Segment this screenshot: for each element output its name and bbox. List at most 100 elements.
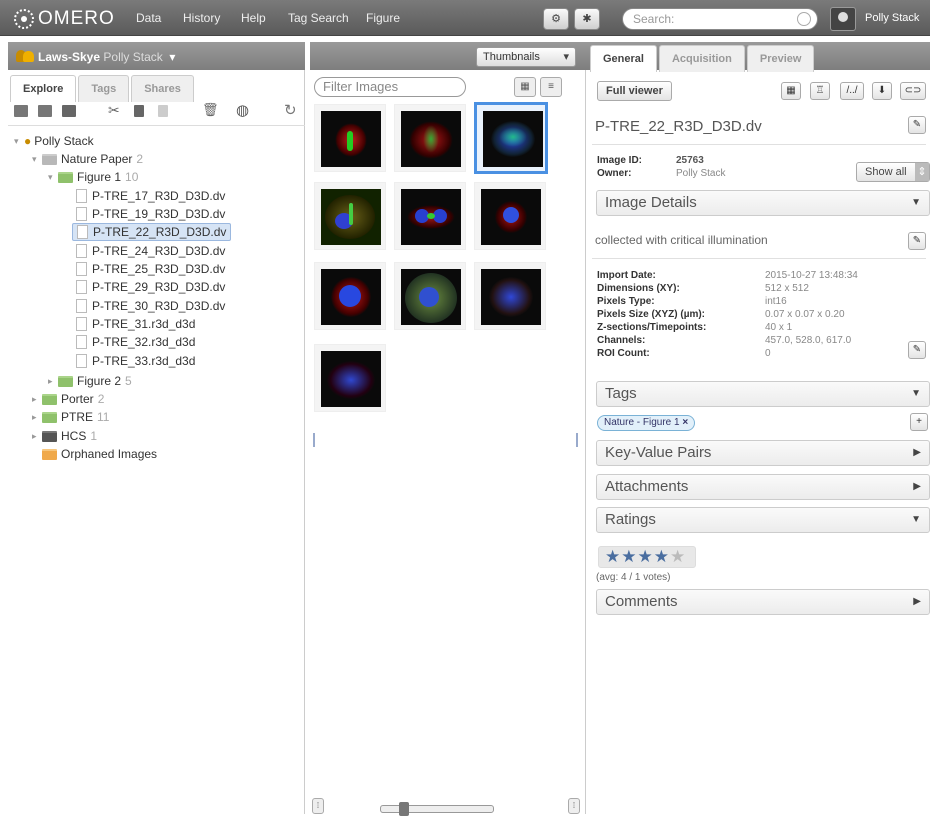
orphaned-label: Orphaned Images	[61, 447, 158, 461]
image-thumbnail[interactable]	[314, 182, 386, 250]
project-count: 2	[136, 152, 144, 166]
comments-section[interactable]: Comments ▶	[596, 589, 930, 615]
tree-project-nature-paper[interactable]: ▾ Nature Paper 2	[32, 150, 143, 168]
tree-image-selected[interactable]: P-TRE_22_R3D_D3D.dv	[72, 223, 232, 241]
globe-icon[interactable]: ◍	[236, 101, 249, 119]
copy-icon[interactable]	[134, 105, 144, 117]
star-icon[interactable]: ★	[605, 547, 621, 566]
tree-root[interactable]: ▾ ● Polly Stack	[14, 132, 94, 150]
hierarchy-icon[interactable]: ♖	[810, 82, 830, 100]
tree-image[interactable]: P-TRE_29_R3D_D3D.dv	[76, 278, 225, 296]
image-thumbnail[interactable]	[314, 262, 386, 330]
filter-images-input[interactable]: Filter Images	[314, 77, 466, 97]
view-mode-select[interactable]: Thumbnails	[476, 47, 576, 67]
image-thumbnail[interactable]	[394, 104, 466, 172]
expand-arrow-icon[interactable]: ▸	[32, 394, 42, 405]
key-value-pairs-section[interactable]: Key-Value Pairs ▶	[596, 440, 930, 466]
edit-channels-icon[interactable]: ✎	[908, 341, 926, 359]
tree-image[interactable]: P-TRE_30_R3D_D3D.dv	[76, 297, 225, 315]
expand-arrow-icon[interactable]: ▸	[32, 431, 42, 442]
nav-history[interactable]: History	[183, 11, 220, 25]
tree-image[interactable]: P-TRE_25_R3D_D3D.dv	[76, 260, 225, 278]
tab-general[interactable]: General	[590, 45, 657, 72]
collapse-arrow-icon[interactable]: ▾	[32, 154, 42, 165]
attachments-section[interactable]: Attachments ▶	[596, 474, 930, 500]
ratings-section[interactable]: Ratings ▼	[596, 507, 930, 533]
scripts-icon[interactable]: ⚙	[543, 8, 569, 30]
new-dataset-icon[interactable]	[38, 105, 52, 117]
tag-pill[interactable]: Nature - Figure 1 ×	[597, 415, 696, 431]
thumbnail-size-slider[interactable]	[380, 802, 494, 816]
left-resize-handle[interactable]	[313, 433, 315, 447]
tree-screen-hcs[interactable]: ▸ HCS 1	[32, 427, 97, 445]
tree-image[interactable]: P-TRE_33.r3d_d3d	[76, 352, 195, 370]
star-icon[interactable]: ★	[638, 547, 654, 566]
omero-logo[interactable]: OMERO	[14, 8, 115, 30]
group-selector[interactable]: Laws-Skye Polly Stack ▾	[38, 50, 175, 64]
right-resize-handle[interactable]	[576, 433, 578, 447]
tree-image[interactable]: P-TRE_24_R3D_D3D.dv	[76, 242, 225, 260]
paste-icon[interactable]	[158, 105, 168, 117]
chevron-right-icon: ▶	[913, 481, 921, 492]
image-thumbnail[interactable]	[474, 262, 546, 330]
image-thumbnail[interactable]	[394, 182, 466, 250]
tree-project-ptre[interactable]: ▸ PTRE 11	[32, 408, 109, 426]
image-thumbnail[interactable]	[474, 182, 546, 250]
full-viewer-button[interactable]: Full viewer	[597, 81, 672, 101]
search-input[interactable]: Search:	[622, 8, 818, 30]
star-rating[interactable]: ★★★★★	[598, 546, 696, 568]
remove-tag-icon[interactable]: ×	[682, 417, 688, 428]
new-project-icon[interactable]	[14, 105, 28, 117]
nav-figure[interactable]: Figure	[366, 11, 400, 25]
expand-arrow-icon[interactable]: ▸	[32, 412, 42, 423]
refresh-icon[interactable]: ↻	[284, 101, 297, 119]
search-icon[interactable]	[797, 12, 811, 26]
nav-help[interactable]: Help	[241, 11, 266, 25]
grid-icon[interactable]: ▦	[781, 82, 801, 100]
edit-description-icon[interactable]: ✎	[908, 232, 926, 250]
delete-icon[interactable]: 🗑	[202, 102, 219, 118]
zoom-in-icon[interactable]: ⁞	[568, 798, 580, 814]
image-thumbnail-selected[interactable]	[474, 102, 548, 174]
tree-image[interactable]: P-TRE_31.r3d_d3d	[76, 315, 195, 333]
zoom-out-icon[interactable]: ⁞	[312, 798, 324, 814]
link-icon[interactable]: ⊂⊃	[900, 82, 926, 100]
nav-tag-search[interactable]: Tag Search	[288, 11, 349, 25]
path-icon[interactable]: /../	[840, 82, 864, 100]
user-avatar-icon[interactable]	[830, 7, 856, 31]
image-thumbnail[interactable]	[314, 344, 386, 412]
collapse-arrow-icon[interactable]: ▾	[48, 172, 58, 183]
group-bar[interactable]: Laws-Skye Polly Stack ▾	[8, 42, 305, 70]
image-thumbnail[interactable]	[394, 262, 466, 330]
collapse-arrow-icon[interactable]: ▾	[14, 136, 24, 147]
tree-orphaned-images[interactable]: Orphaned Images	[42, 445, 157, 463]
tree-project-porter[interactable]: ▸ Porter 2	[32, 390, 104, 408]
show-all-select[interactable]: Show all ⇕	[856, 162, 930, 182]
nav-data[interactable]: Data	[136, 11, 161, 25]
tree-dataset-figure-1[interactable]: ▾ Figure 1 10	[48, 168, 138, 186]
activities-icon[interactable]: ✱	[574, 8, 600, 30]
grid-view-icon[interactable]: ▦	[514, 77, 536, 97]
new-screen-icon[interactable]	[62, 105, 76, 117]
tags-section[interactable]: Tags ▼	[596, 381, 930, 407]
tree-dataset-figure-2[interactable]: ▸ Figure 25	[48, 372, 132, 390]
list-view-icon[interactable]: ≡	[540, 77, 562, 97]
image-label: P-TRE_19_R3D_D3D.dv	[92, 207, 226, 221]
image-thumbnail[interactable]	[314, 104, 386, 172]
tree-image[interactable]: P-TRE_32.r3d_d3d	[76, 333, 195, 351]
add-tag-icon[interactable]: +	[910, 413, 928, 431]
edit-name-icon[interactable]: ✎	[908, 116, 926, 134]
tree-image[interactable]: P-TRE_17_R3D_D3D.dv	[76, 187, 225, 205]
tree-image[interactable]: P-TRE_19_R3D_D3D.dv	[76, 205, 225, 223]
star-empty-icon[interactable]: ★	[670, 547, 686, 566]
cut-icon[interactable]: ✂	[108, 102, 120, 119]
image-details-section[interactable]: Image Details ▼	[596, 190, 930, 216]
download-icon[interactable]: ⬇	[872, 82, 892, 100]
user-menu[interactable]: Polly Stack	[865, 12, 919, 24]
star-icon[interactable]: ★	[654, 547, 670, 566]
tab-acquisition[interactable]: Acquisition	[658, 45, 745, 72]
chevron-down-icon: ▾	[169, 50, 176, 64]
tab-preview[interactable]: Preview	[746, 45, 815, 72]
expand-arrow-icon[interactable]: ▸	[48, 376, 58, 387]
star-icon[interactable]: ★	[621, 547, 637, 566]
